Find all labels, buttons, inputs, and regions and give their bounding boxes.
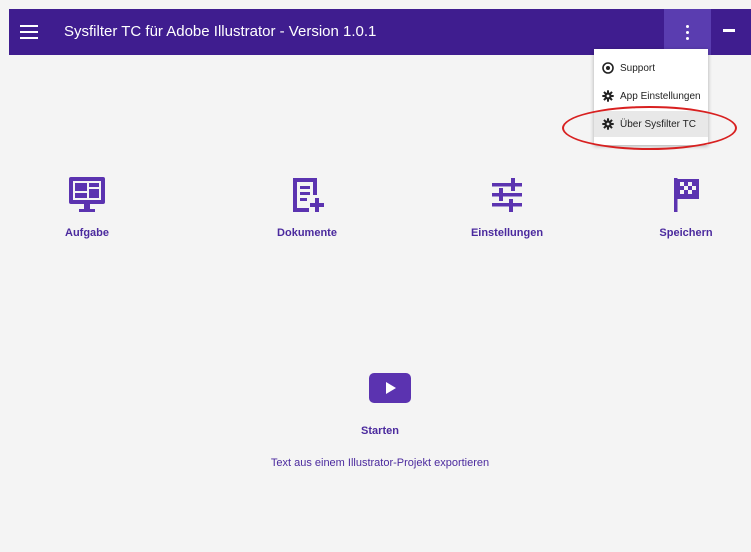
menu-item-about[interactable]: Über Sysfilter TC — [594, 111, 708, 137]
support-icon — [602, 62, 614, 74]
minimize-button[interactable] — [723, 29, 735, 32]
tile-speichern[interactable]: Speichern — [631, 175, 741, 239]
menu-item-label: App Einstellungen — [620, 90, 701, 102]
tile-label: Dokumente — [277, 227, 337, 239]
tile-einstellungen[interactable]: Einstellungen — [452, 175, 562, 239]
menu-item-label: Über Sysfilter TC — [620, 118, 696, 130]
dot — [686, 37, 689, 40]
tile-label: Aufgabe — [65, 227, 109, 239]
dot — [686, 31, 689, 34]
tune-sliders-icon — [492, 178, 522, 212]
hamburger-menu-button[interactable] — [16, 19, 42, 45]
tile-label: Einstellungen — [470, 227, 544, 239]
hamburger-line — [20, 37, 38, 39]
dot — [686, 25, 689, 28]
menu-item-label: Support — [620, 62, 656, 74]
document-plus-icon — [293, 178, 324, 212]
hamburger-line — [20, 25, 38, 27]
start-label: Starten — [361, 425, 399, 437]
tile-dokumente[interactable]: Dokumente — [252, 175, 362, 239]
app-window: Sysfilter TC für Adobe Illustrator - Ver… — [9, 9, 751, 552]
menu-item-support[interactable]: Support — [594, 55, 708, 81]
tile-aufgabe[interactable]: Aufgabe — [32, 175, 142, 239]
options-dropdown-menu: Support App Einstellungen Über Sysfilter… — [594, 49, 708, 145]
gear-icon — [602, 90, 614, 102]
gear-icon — [602, 118, 614, 130]
start-play-button[interactable] — [369, 373, 411, 403]
tile-label: Speichern — [659, 227, 713, 239]
hamburger-line — [20, 31, 38, 33]
monitor-dashboard-icon — [69, 177, 105, 212]
start-description: Text aus einem Illustrator-Projekt expor… — [270, 457, 490, 469]
checkered-flag-icon — [674, 178, 699, 212]
window-title: Sysfilter TC für Adobe Illustrator - Ver… — [64, 23, 377, 40]
menu-item-app-settings[interactable]: App Einstellungen — [594, 83, 708, 109]
play-icon — [386, 382, 396, 394]
